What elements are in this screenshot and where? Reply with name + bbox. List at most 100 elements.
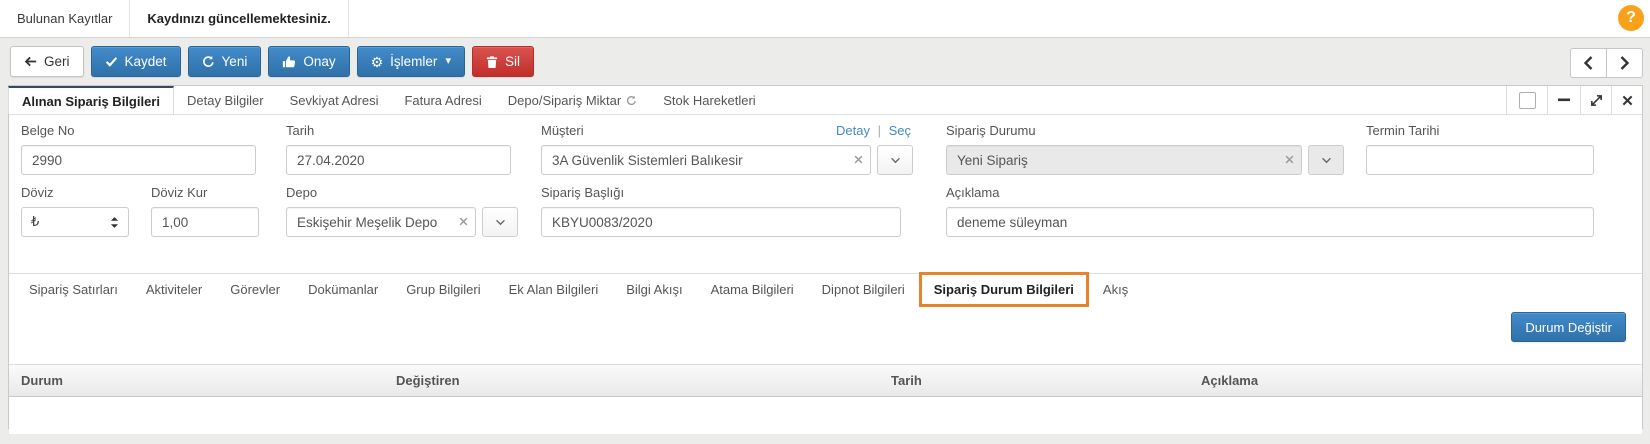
operations-button-label: İşlemler [390, 54, 438, 69]
musteri-combo [541, 145, 913, 175]
new-button[interactable]: Yeni [187, 46, 262, 77]
next-record-button[interactable] [1606, 48, 1643, 78]
save-button-label: Kaydet [124, 54, 167, 69]
subtab-label: Dipnot Bilgileri [821, 281, 905, 297]
siparis-durumu-label: Sipariş Durumu [946, 123, 1036, 138]
belge-no-field[interactable] [21, 145, 256, 175]
check-icon [105, 55, 118, 68]
tab-updating-record-label: Kaydınızı güncellemektesiniz. [147, 11, 331, 26]
tab-detail-info[interactable]: Detay Bilgiler [174, 86, 277, 114]
musteri-detail-link[interactable]: Detay [836, 123, 870, 138]
siparis-basligi-field[interactable] [541, 207, 901, 237]
subtab-grup-bilgileri[interactable]: Grup Bilgileri [392, 274, 494, 304]
trash-icon [486, 55, 498, 69]
tab-stock-movements-label: Stok Hareketleri [663, 92, 756, 108]
termin-tarihi-field[interactable] [1366, 145, 1594, 175]
clear-icon[interactable] [1285, 155, 1294, 164]
tab-shipping-address[interactable]: Sevkiyat Adresi [277, 86, 392, 114]
top-tab-strip: Bulunan Kayıtlar Kaydınızı güncellemekte… [0, 0, 1650, 38]
tab-shipping-address-label: Sevkiyat Adresi [289, 92, 379, 108]
depo-label: Depo [286, 185, 318, 200]
clear-icon[interactable] [854, 155, 863, 164]
save-button[interactable]: Kaydet [90, 46, 181, 77]
tab-stock-movements[interactable]: Stok Hareketleri [650, 86, 768, 114]
approve-button[interactable]: Onay [268, 46, 350, 77]
tab-invoice-address[interactable]: Fatura Adresi [391, 86, 494, 114]
expand-icon [1590, 94, 1603, 107]
musteri-dropdown-button[interactable] [877, 145, 913, 175]
new-button-label: Yeni [221, 54, 248, 69]
subtab-gorevler[interactable]: Görevler [216, 274, 294, 304]
doviz-kur-field[interactable] [151, 207, 259, 237]
musteri-select-link[interactable]: Seç [889, 123, 911, 138]
spinner-icon [110, 216, 119, 229]
subtab-label: Atama Bilgileri [710, 281, 794, 297]
close-button[interactable] [1611, 86, 1642, 114]
subtab-siparis-durum-bilgileri[interactable]: Sipariş Durum Bilgileri [918, 272, 1089, 307]
chevron-down-icon [1321, 157, 1332, 164]
subtab-label: Sipariş Satırları [29, 281, 118, 297]
subtab-label: Dokümanlar [308, 281, 379, 297]
subtab-label: Akış [1102, 281, 1129, 297]
caret-down-icon: ▾ [445, 55, 451, 67]
doviz-value: ₺ [31, 214, 40, 229]
delete-button-label: Sil [504, 54, 520, 69]
minimize-button[interactable] [1547, 86, 1580, 114]
depo-dropdown-button[interactable] [482, 207, 518, 237]
tab-invoice-address-label: Fatura Adresi [404, 92, 482, 108]
subtab-label: Sipariş Durum Bilgileri [933, 282, 1074, 297]
col-degistiren: Değiştiren [396, 373, 460, 388]
prev-record-button[interactable] [1570, 48, 1607, 78]
col-tarih: Tarih [891, 373, 922, 388]
subtab-label: Bilgi Akışı [626, 281, 683, 297]
help-button[interactable]: ? [1618, 5, 1644, 31]
subtab-siparis-satirlari[interactable]: Sipariş Satırları [15, 274, 132, 304]
thumbs-up-icon [282, 55, 296, 69]
siparis-basligi-label: Sipariş Başlığı [541, 185, 625, 200]
subtab-atama-bilgileri[interactable]: Atama Bilgileri [697, 274, 808, 304]
minus-icon [1558, 98, 1570, 102]
change-status-button[interactable]: Durum Değiştir [1511, 312, 1626, 342]
subtab-akis[interactable]: Akış [1089, 274, 1142, 304]
musteri-field[interactable] [541, 145, 871, 175]
tab-detail-info-label: Detay Bilgiler [186, 92, 264, 108]
musteri-links: Detay | Seç [836, 123, 911, 138]
arrow-left-icon [24, 55, 37, 68]
back-button[interactable]: Geri [10, 46, 84, 77]
expand-button[interactable] [1580, 86, 1611, 114]
tab-order-info[interactable]: Alınan Sipariş Bilgileri [8, 86, 174, 114]
operations-button[interactable]: ⚙ İşlemler ▾ [356, 46, 465, 77]
back-button-label: Geri [44, 54, 70, 69]
delete-button[interactable]: Sil [471, 46, 534, 77]
change-status-button-label: Durum Değiştir [1525, 319, 1612, 335]
app-screen: Bulunan Kayıtlar Kaydınızı güncellemekte… [0, 0, 1650, 444]
status-table-header: Durum Değiştiren Tarih Açıklama [9, 364, 1642, 397]
termin-tarihi-label: Termin Tarihi [1366, 123, 1440, 138]
tab-depot-order-qty[interactable]: Depo/Sipariş Miktar [495, 86, 650, 114]
chevron-right-icon [1619, 56, 1630, 70]
gear-icon: ⚙ [370, 53, 384, 70]
chevron-down-icon [495, 219, 506, 226]
panel-select-checkbox[interactable] [1506, 86, 1547, 114]
tab-found-records-label: Bulunan Kayıtlar [17, 11, 113, 26]
siparis-durumu-dropdown-button[interactable] [1308, 145, 1344, 175]
subtab-label: Aktiviteler [145, 281, 203, 297]
tarih-field[interactable] [286, 145, 511, 175]
panel-tab-bar: Alınan Sipariş Bilgileri Detay Bilgiler … [8, 86, 1642, 115]
depo-field[interactable] [286, 207, 476, 237]
siparis-durumu-field[interactable] [946, 145, 1302, 175]
tab-depot-order-qty-label: Depo/Sipariş Miktar [507, 92, 622, 108]
tab-found-records[interactable]: Bulunan Kayıtlar [0, 0, 131, 37]
aciklama-field[interactable] [946, 207, 1594, 237]
subtab-aktiviteler[interactable]: Aktiviteler [132, 274, 216, 304]
doviz-select[interactable]: ₺ [21, 207, 129, 237]
aciklama-label: Açıklama [946, 185, 1000, 200]
window-controls [1506, 86, 1642, 114]
tab-updating-record[interactable]: Kaydınızı güncellemektesiniz. [130, 0, 349, 37]
subtab-dokumanlar[interactable]: Dokümanlar [294, 274, 392, 304]
subtab-ek-alan-bilgileri[interactable]: Ek Alan Bilgileri [495, 274, 613, 304]
clear-icon[interactable] [459, 217, 468, 226]
subtab-bilgi-akisi[interactable]: Bilgi Akışı [612, 274, 696, 304]
subtab-dipnot-bilgileri[interactable]: Dipnot Bilgileri [808, 274, 919, 304]
col-durum: Durum [21, 373, 63, 388]
